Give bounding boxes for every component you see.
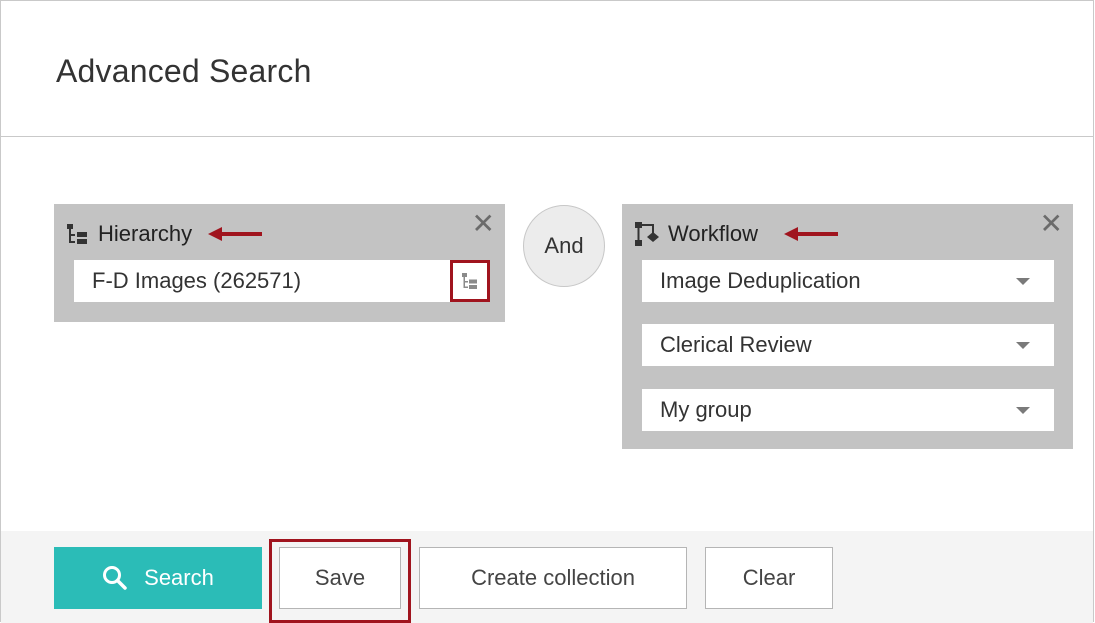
dialog-footer: Search Save Create collection Clear bbox=[1, 531, 1093, 623]
hierarchy-card-header: Hierarchy bbox=[66, 218, 263, 250]
workflow-card-header: Workflow bbox=[634, 218, 839, 250]
dialog-title: Advanced Search bbox=[56, 53, 312, 89]
hierarchy-condition-card: Hierarchy ✕ F-D Images (262571) bbox=[54, 204, 505, 322]
hierarchy-close-button[interactable]: ✕ bbox=[472, 210, 495, 238]
search-button[interactable]: Search bbox=[54, 547, 262, 609]
step-select[interactable]: Clerical Review bbox=[642, 324, 1054, 366]
and-operator-toggle[interactable]: And bbox=[523, 205, 605, 287]
search-icon bbox=[102, 565, 128, 591]
search-button-label: Search bbox=[144, 565, 214, 590]
hierarchy-value-field[interactable]: F-D Images (262571) bbox=[74, 260, 490, 302]
chevron-down-icon bbox=[1016, 342, 1030, 349]
hierarchy-value: F-D Images (262571) bbox=[92, 268, 302, 293]
annotation-arrow bbox=[784, 227, 839, 241]
workflow-close-button[interactable]: ✕ bbox=[1040, 210, 1063, 238]
hierarchy-card-title: Hierarchy bbox=[98, 221, 193, 246]
chevron-down-icon bbox=[1016, 407, 1030, 414]
group-select-value: My group bbox=[660, 397, 752, 422]
step-select-value: Clerical Review bbox=[660, 332, 812, 357]
workflow-select[interactable]: Image Deduplication bbox=[642, 260, 1054, 302]
save-button[interactable]: Save bbox=[279, 547, 401, 609]
advanced-search-dialog: Advanced Search Hierarchy ✕ F-D Images (… bbox=[0, 0, 1094, 623]
create-collection-button[interactable]: Create collection bbox=[419, 547, 687, 609]
hierarchy-picker-icon bbox=[460, 271, 480, 291]
group-select[interactable]: My group bbox=[642, 389, 1054, 431]
hierarchy-picker-button[interactable] bbox=[450, 260, 490, 302]
chevron-down-icon bbox=[1016, 278, 1030, 285]
hierarchy-icon bbox=[66, 223, 90, 245]
workflow-select-value: Image Deduplication bbox=[660, 268, 861, 293]
clear-button[interactable]: Clear bbox=[705, 547, 833, 609]
workflow-icon bbox=[634, 221, 662, 247]
dialog-header: Advanced Search bbox=[1, 1, 1093, 137]
workflow-card-title: Workflow bbox=[668, 221, 759, 246]
workflow-condition-card: Workflow ✕ Image Deduplication Clerical … bbox=[622, 204, 1073, 449]
annotation-arrow bbox=[208, 227, 263, 241]
